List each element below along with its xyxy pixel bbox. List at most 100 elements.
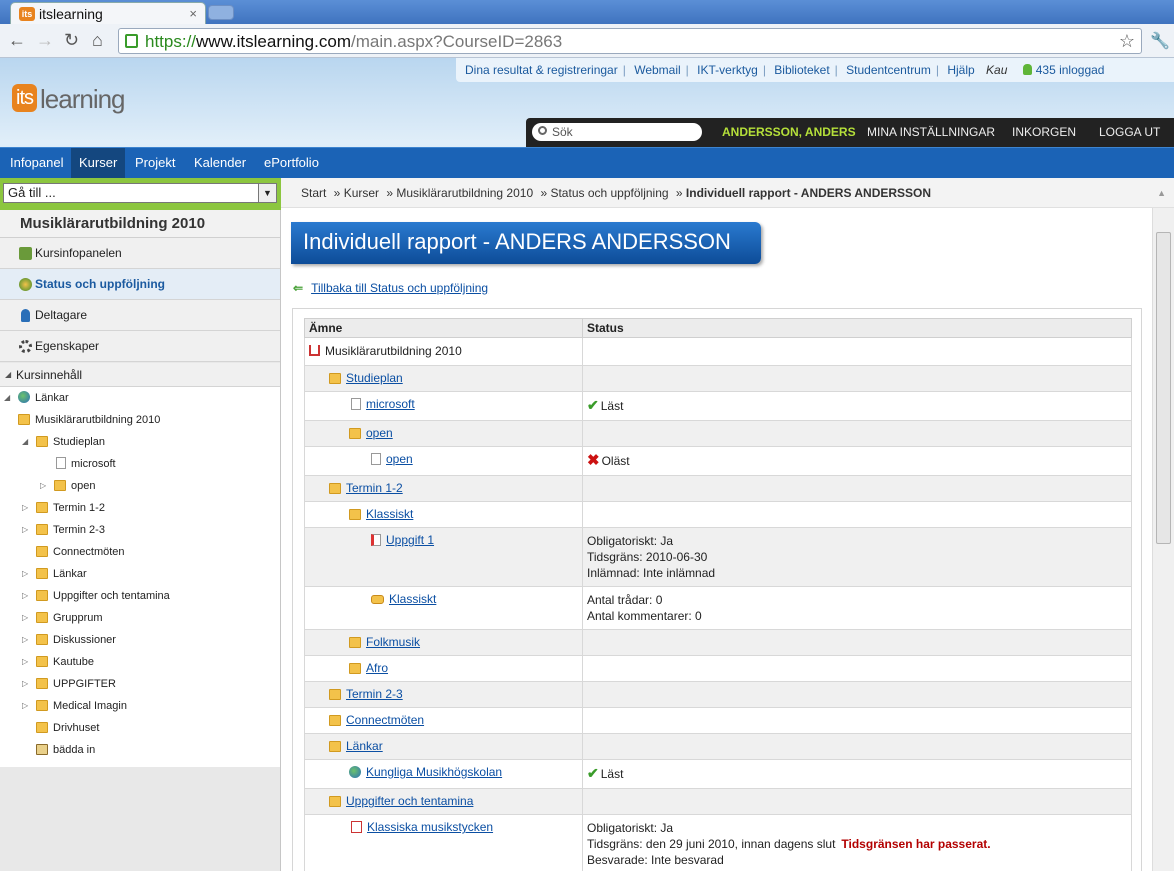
breadcrumb-start[interactable]: Start (301, 186, 326, 200)
expand-triangle-icon[interactable]: ▷ (22, 525, 28, 534)
expand-triangle-icon[interactable]: ▷ (22, 635, 28, 644)
column-header-status: Status (582, 318, 1132, 338)
content-tree: Länkar ◢ Musiklärarutbildning 2010 ◢ Stu… (0, 387, 280, 767)
tree-item-open[interactable]: open (54, 475, 95, 497)
document-icon (351, 398, 361, 410)
url-text[interactable]: https://www.itslearning.com/main.aspx?Co… (145, 32, 562, 52)
tree-item-uppgifter[interactable]: Uppgifter och tentamina (36, 585, 170, 607)
collapse-triangle-icon[interactable]: ◢ (5, 363, 11, 387)
breadcrumb-status[interactable]: Status och uppföljning (550, 186, 668, 200)
row-link[interactable]: Termin 1-2 (346, 481, 403, 495)
tree-item-studieplan[interactable]: Studieplan (36, 431, 105, 453)
breadcrumb-course[interactable]: Musiklärarutbildning 2010 (396, 186, 533, 200)
row-link[interactable]: Länkar (346, 739, 383, 753)
cross-icon: ✖ (587, 452, 600, 469)
tree-item-uppgifter-caps[interactable]: UPPGIFTER (36, 673, 116, 695)
tree-item-grupprum[interactable]: Grupprum (36, 607, 103, 629)
expand-triangle-icon[interactable]: ▷ (22, 701, 28, 710)
tree-item-connectmoten[interactable]: Connectmöten (36, 541, 125, 563)
settings-link[interactable]: MINA INSTÄLLNINGAR (867, 125, 995, 139)
row-link[interactable]: Connectmöten (346, 713, 424, 727)
tree-item-lankar-folder[interactable]: Länkar (36, 563, 87, 585)
tree-item-medical-imagin[interactable]: Medical Imagin (36, 695, 127, 717)
page-scrollbar[interactable] (1152, 208, 1174, 871)
menu-infopanel[interactable]: Infopanel (2, 148, 72, 179)
menu-kalender[interactable]: Kalender (186, 148, 254, 179)
tree-item-lankar[interactable]: Länkar (18, 387, 69, 409)
row-link[interactable]: Klassiskt (366, 507, 413, 521)
tree-item-termin-2-3[interactable]: Termin 2-3 (36, 519, 105, 541)
course-content-heading[interactable]: ◢ Kursinnehåll (0, 363, 280, 387)
row-link[interactable]: Kungliga Musikhögskolan (366, 765, 502, 779)
table-row: Termin 2-3 (304, 681, 1132, 708)
back-arrow-icon[interactable]: ⇐ (293, 281, 303, 295)
menu-eportfolio[interactable]: ePortfolio (256, 148, 327, 179)
close-tab-icon[interactable]: × (189, 6, 197, 21)
sidebar-item-kursinfopanelen[interactable]: Kursinfopanelen (0, 238, 280, 269)
bookmark-star-icon[interactable]: ☆ (1119, 31, 1135, 52)
tree-item-course[interactable]: Musiklärarutbildning 2010 (18, 409, 160, 431)
folder-icon (36, 612, 48, 623)
back-link[interactable]: Tillbaka till Status och uppföljning (311, 281, 488, 295)
wrench-icon[interactable]: 🔧 (1150, 31, 1170, 51)
inbox-link[interactable]: INKORGEN (1012, 125, 1076, 139)
address-bar[interactable]: https://www.itslearning.com/main.aspx?Co… (118, 28, 1142, 54)
expand-triangle-icon[interactable]: ▷ (22, 613, 28, 622)
folder-icon (329, 741, 341, 752)
top-link-results[interactable]: Dina resultat & registreringar (465, 63, 618, 77)
forward-arrow-icon[interactable]: → (36, 30, 54, 50)
row-link[interactable]: Afro (366, 661, 388, 675)
row-link[interactable]: Folkmusik (366, 635, 420, 649)
row-link[interactable]: open (386, 452, 413, 466)
row-link[interactable]: Klassiska musikstycken (367, 820, 493, 834)
sidebar-item-deltagare[interactable]: Deltagare (0, 300, 280, 331)
expand-triangle-icon[interactable]: ▷ (22, 679, 28, 688)
menu-kurser[interactable]: Kurser (71, 148, 126, 179)
tree-item-diskussioner[interactable]: Diskussioner (36, 629, 116, 651)
tree-item-kautube[interactable]: Kautube (36, 651, 94, 673)
row-link[interactable]: Studieplan (346, 371, 403, 385)
url-scheme: https:// (145, 32, 197, 51)
row-link[interactable]: Termin 2-3 (346, 687, 403, 701)
collapse-triangle-icon[interactable]: ◢ (22, 437, 28, 446)
sidebar-item-egenskaper[interactable]: Egenskaper (0, 331, 280, 362)
user-name-link[interactable]: ANDERSSON, ANDERS (722, 125, 856, 139)
tree-item-badda-in[interactable]: bädda in (36, 739, 95, 761)
chevron-down-icon[interactable]: ▼ (258, 184, 276, 202)
itslearning-logo[interactable]: its learning (12, 84, 126, 115)
top-link-help[interactable]: Hjälp (947, 63, 974, 77)
online-count-link[interactable]: 435 inloggad (1036, 63, 1105, 77)
expand-triangle-icon[interactable]: ▷ (22, 591, 28, 600)
top-link-webmail[interactable]: Webmail (634, 63, 680, 77)
row-link[interactable]: microsoft (366, 397, 415, 411)
row-link[interactable]: Uppgifter och tentamina (346, 794, 473, 808)
expand-triangle-icon[interactable]: ▷ (22, 503, 28, 512)
row-link[interactable]: Uppgift 1 (386, 533, 434, 547)
expand-triangle-icon[interactable]: ▷ (40, 481, 46, 490)
top-link-ikt[interactable]: IKT-verktyg (697, 63, 758, 77)
search-input[interactable]: Sök (532, 123, 702, 141)
new-tab-button[interactable] (208, 5, 234, 20)
back-arrow-icon[interactable]: ← (8, 30, 26, 50)
reload-icon[interactable]: ↻ (64, 30, 79, 50)
menu-projekt[interactable]: Projekt (127, 148, 183, 179)
breadcrumb-kurser[interactable]: Kurser (344, 186, 379, 200)
sidebar-item-status[interactable]: Status och uppföljning (0, 269, 280, 300)
top-link-library[interactable]: Biblioteket (774, 63, 829, 77)
row-link[interactable]: Klassiskt (389, 592, 436, 606)
logout-link[interactable]: LOGGA UT (1099, 125, 1160, 139)
top-link-studentcentrum[interactable]: Studentcentrum (846, 63, 931, 77)
home-icon[interactable]: ⌂ (92, 30, 103, 50)
browser-tab[interactable]: its itslearning × (10, 2, 206, 24)
scroll-up-arrow-icon[interactable]: ▲ (1157, 178, 1166, 208)
row-link[interactable]: open (366, 426, 393, 440)
tree-item-microsoft[interactable]: microsoft (56, 453, 116, 475)
tree-item-termin-1-2[interactable]: Termin 1-2 (36, 497, 105, 519)
scrollbar-thumb[interactable] (1156, 232, 1171, 544)
expand-triangle-icon[interactable]: ▷ (22, 569, 28, 578)
collapse-triangle-icon[interactable]: ◢ (4, 393, 10, 402)
goto-select[interactable]: Gå till ... ▼ (3, 183, 277, 203)
tree-item-drivhuset[interactable]: Drivhuset (36, 717, 99, 739)
tree-item-label: Kautube (53, 656, 94, 668)
expand-triangle-icon[interactable]: ▷ (22, 657, 28, 666)
